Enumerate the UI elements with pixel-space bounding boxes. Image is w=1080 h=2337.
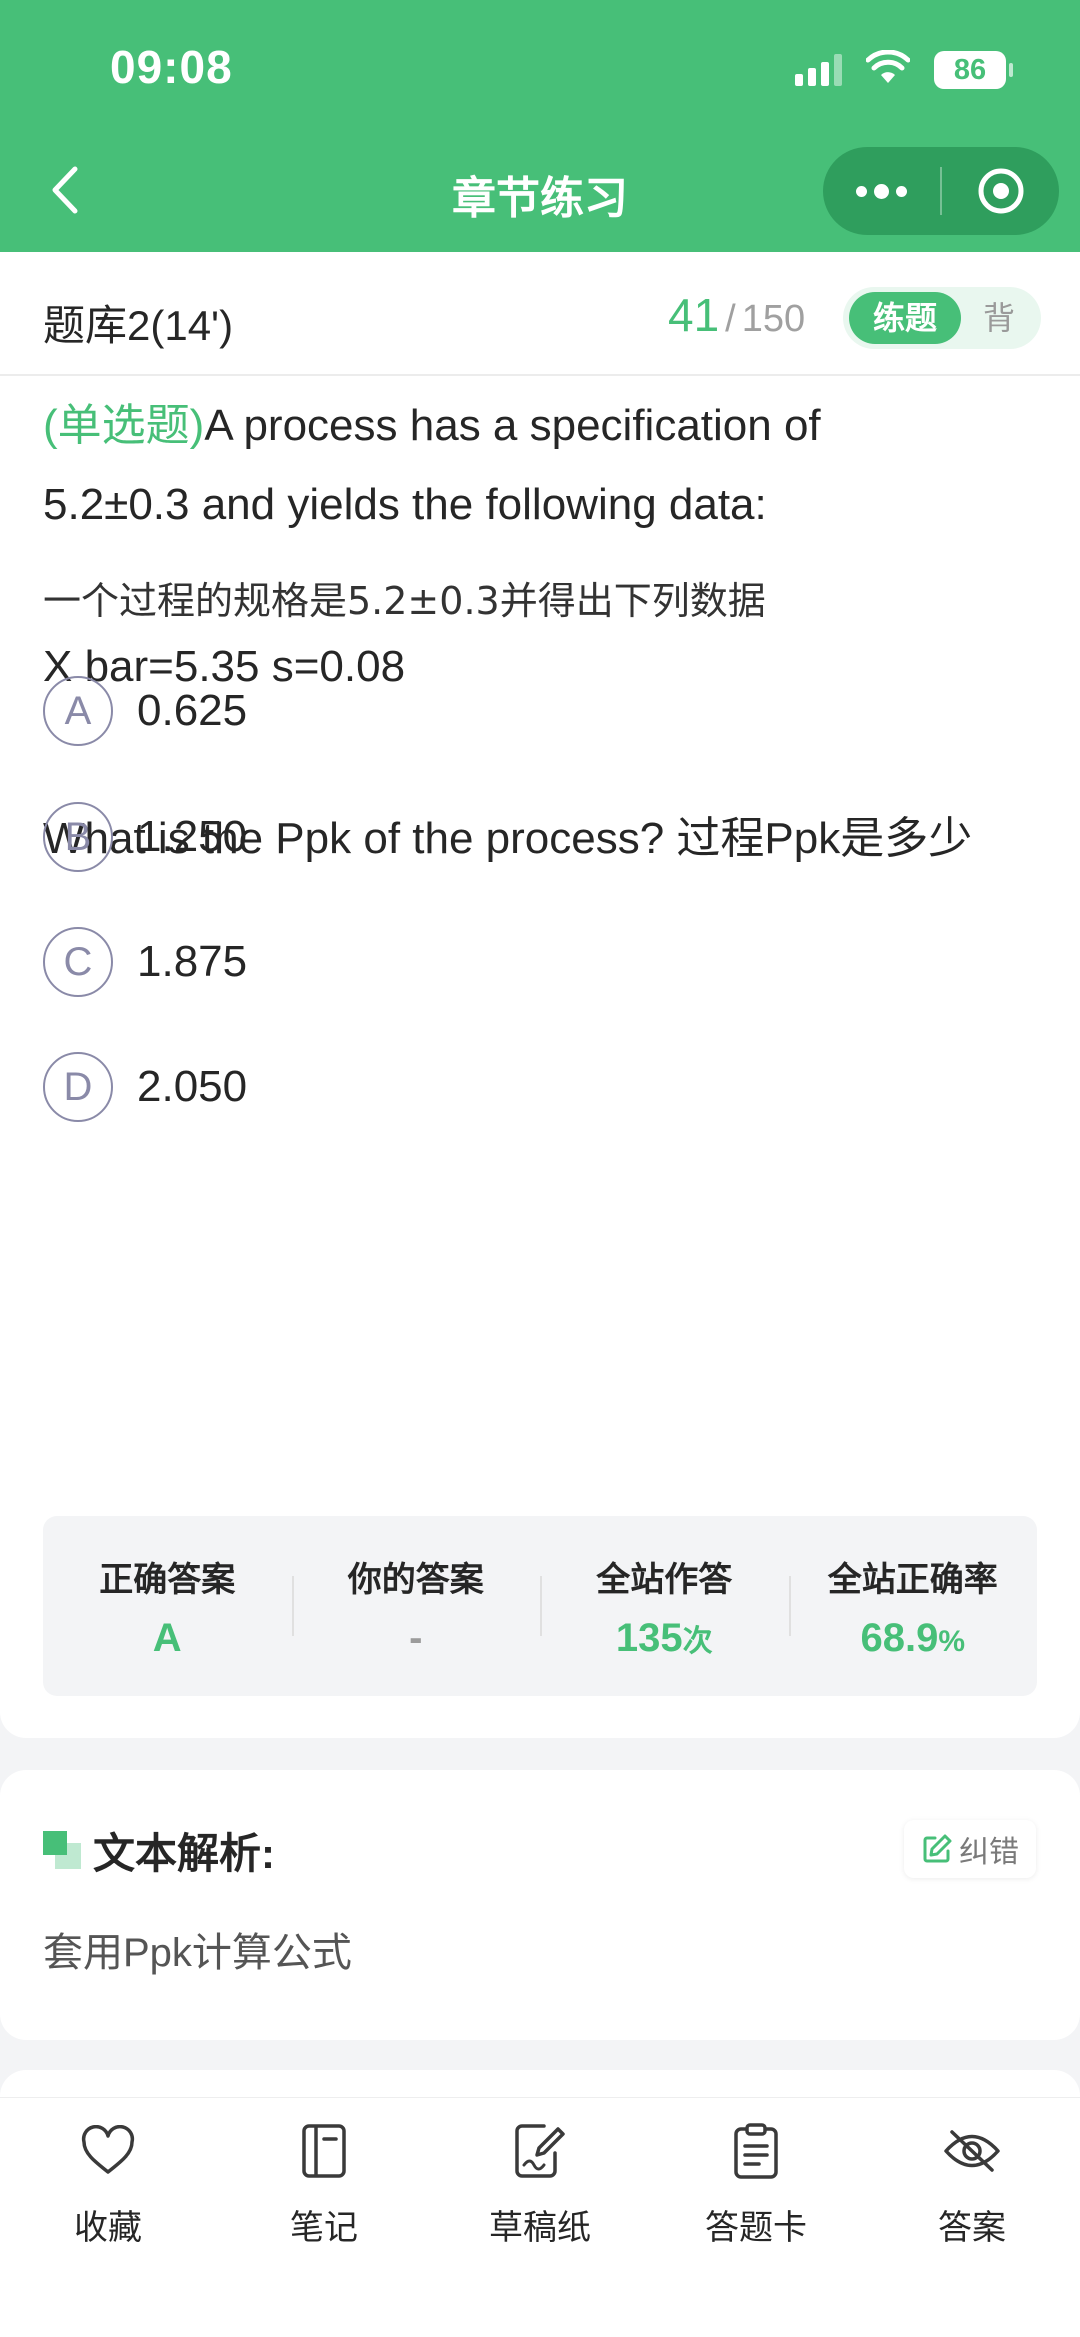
tab-label: 收藏 (74, 2209, 142, 2247)
more-icon (856, 183, 907, 199)
status-icons: 86 (795, 49, 1013, 89)
option-key: D (43, 1052, 113, 1122)
status-time: 09:08 (110, 41, 233, 93)
attempts-count: 135 (615, 1616, 683, 1660)
tab-label: 答题卡 (705, 2209, 807, 2247)
miniprogram-capsule (823, 147, 1059, 235)
tab-label: 答案 (938, 2209, 1006, 2247)
mode-toggle: 练题 背 (843, 287, 1041, 349)
stat-site-attempts: 全站作答 135次 (540, 1516, 789, 1696)
report-error-label: 纠错 (959, 1836, 1019, 1869)
option-key: B (43, 802, 113, 872)
eye-off-icon (944, 2130, 1000, 2172)
draft-paper-button[interactable]: 草稿纸 (432, 2116, 648, 2249)
answer-sheet-button[interactable]: 答题卡 (648, 2116, 864, 2249)
attempts-unit: 次 (682, 1625, 713, 1658)
bank-name: 题库2(14') (43, 302, 234, 349)
total-question-count: 150 (741, 298, 806, 340)
header: 09:08 86 章节练习 (0, 0, 1080, 252)
option-text: 2.050 (137, 1062, 248, 1111)
memorize-mode-button[interactable]: 背 (983, 287, 1015, 349)
edit-icon (923, 1834, 952, 1863)
stat-value: 135次 (540, 1616, 789, 1661)
question-progress[interactable]: 41 / 150 (668, 288, 805, 342)
question-card: 题库2(14') 41 / 150 练题 背 (单选题)A process ha… (0, 252, 1080, 1738)
heart-icon (81, 2125, 135, 2174)
question-text-chinese: 一个过程的规格是5.2±0.3并得出下列数据 (43, 579, 766, 623)
stat-label: 全站作答 (596, 1561, 733, 1599)
option-key: A (43, 676, 113, 746)
accuracy-value: 68.9 (860, 1616, 939, 1660)
question-text-1: A process has a specification of (204, 401, 821, 450)
tab-label: 笔记 (290, 2209, 358, 2247)
accuracy-unit: % (938, 1625, 966, 1658)
stat-label: 正确答案 (99, 1561, 236, 1599)
option-text: 1.250 (137, 812, 248, 861)
practice-mode-button[interactable]: 练题 (849, 292, 961, 344)
stat-your-answer: 你的答案 - (291, 1516, 541, 1696)
option-text: 1.875 (137, 937, 248, 986)
stat-value: A (152, 1616, 182, 1660)
bottom-toolbar: 收藏 笔记 草稿纸 答题卡 答案 (0, 2097, 1080, 2337)
close-miniprogram-button[interactable] (942, 147, 1059, 235)
analysis-header: 文本解析: (43, 1820, 275, 1881)
wifi-icon (865, 49, 911, 89)
question-line-1: (单选题)A process has a specification of (43, 400, 1043, 453)
analysis-title: 文本解析: (93, 1830, 275, 1877)
signal-icon (795, 53, 842, 86)
question-type-tag: (单选题) (43, 401, 205, 450)
stat-correct-answer: 正确答案 A (43, 1516, 292, 1696)
option-d[interactable]: D 2.050 (43, 1052, 247, 1122)
stat-label: 你的答案 (347, 1561, 484, 1599)
option-a[interactable]: A 0.625 (43, 676, 247, 746)
option-b[interactable]: B 1.250 (43, 802, 247, 872)
stat-site-accuracy: 全站正确率 68.9% (788, 1516, 1038, 1696)
favorite-button[interactable]: 收藏 (0, 2116, 216, 2249)
show-answer-button[interactable]: 答案 (864, 2116, 1080, 2249)
clipboard-icon (734, 2123, 778, 2179)
option-text: 0.625 (137, 686, 248, 735)
progress-separator: / (725, 298, 736, 340)
stat-label: 全站正确率 (827, 1561, 998, 1599)
notebook-icon (302, 2124, 346, 2178)
option-key: C (43, 927, 113, 997)
answer-stats: 正确答案 A 你的答案 - 全站作答 135次 全站正确率 68.9% (43, 1516, 1037, 1696)
draft-icon (515, 2124, 565, 2178)
analysis-card: 文本解析: 纠错 套用Ppk计算公式 (0, 1770, 1080, 2040)
target-icon (978, 168, 1023, 214)
section-marker-icon (43, 1830, 83, 1871)
option-c[interactable]: C 1.875 (43, 927, 247, 997)
analysis-text: 套用Ppk计算公式 (43, 1931, 352, 1975)
report-error-button[interactable]: 纠错 (904, 1820, 1036, 1878)
bank-header: 题库2(14') 41 / 150 练题 背 (0, 252, 1080, 376)
notes-button[interactable]: 笔记 (216, 2116, 432, 2249)
question-text-2: 5.2±0.3 and yields the following data: (43, 480, 767, 529)
tab-label: 草稿纸 (489, 2209, 591, 2247)
stat-value: - (409, 1616, 423, 1660)
battery-indicator: 86 (934, 50, 1013, 89)
current-question-number: 41 (668, 289, 720, 341)
stat-value: 68.9% (789, 1616, 1038, 1661)
more-button[interactable] (823, 147, 940, 235)
